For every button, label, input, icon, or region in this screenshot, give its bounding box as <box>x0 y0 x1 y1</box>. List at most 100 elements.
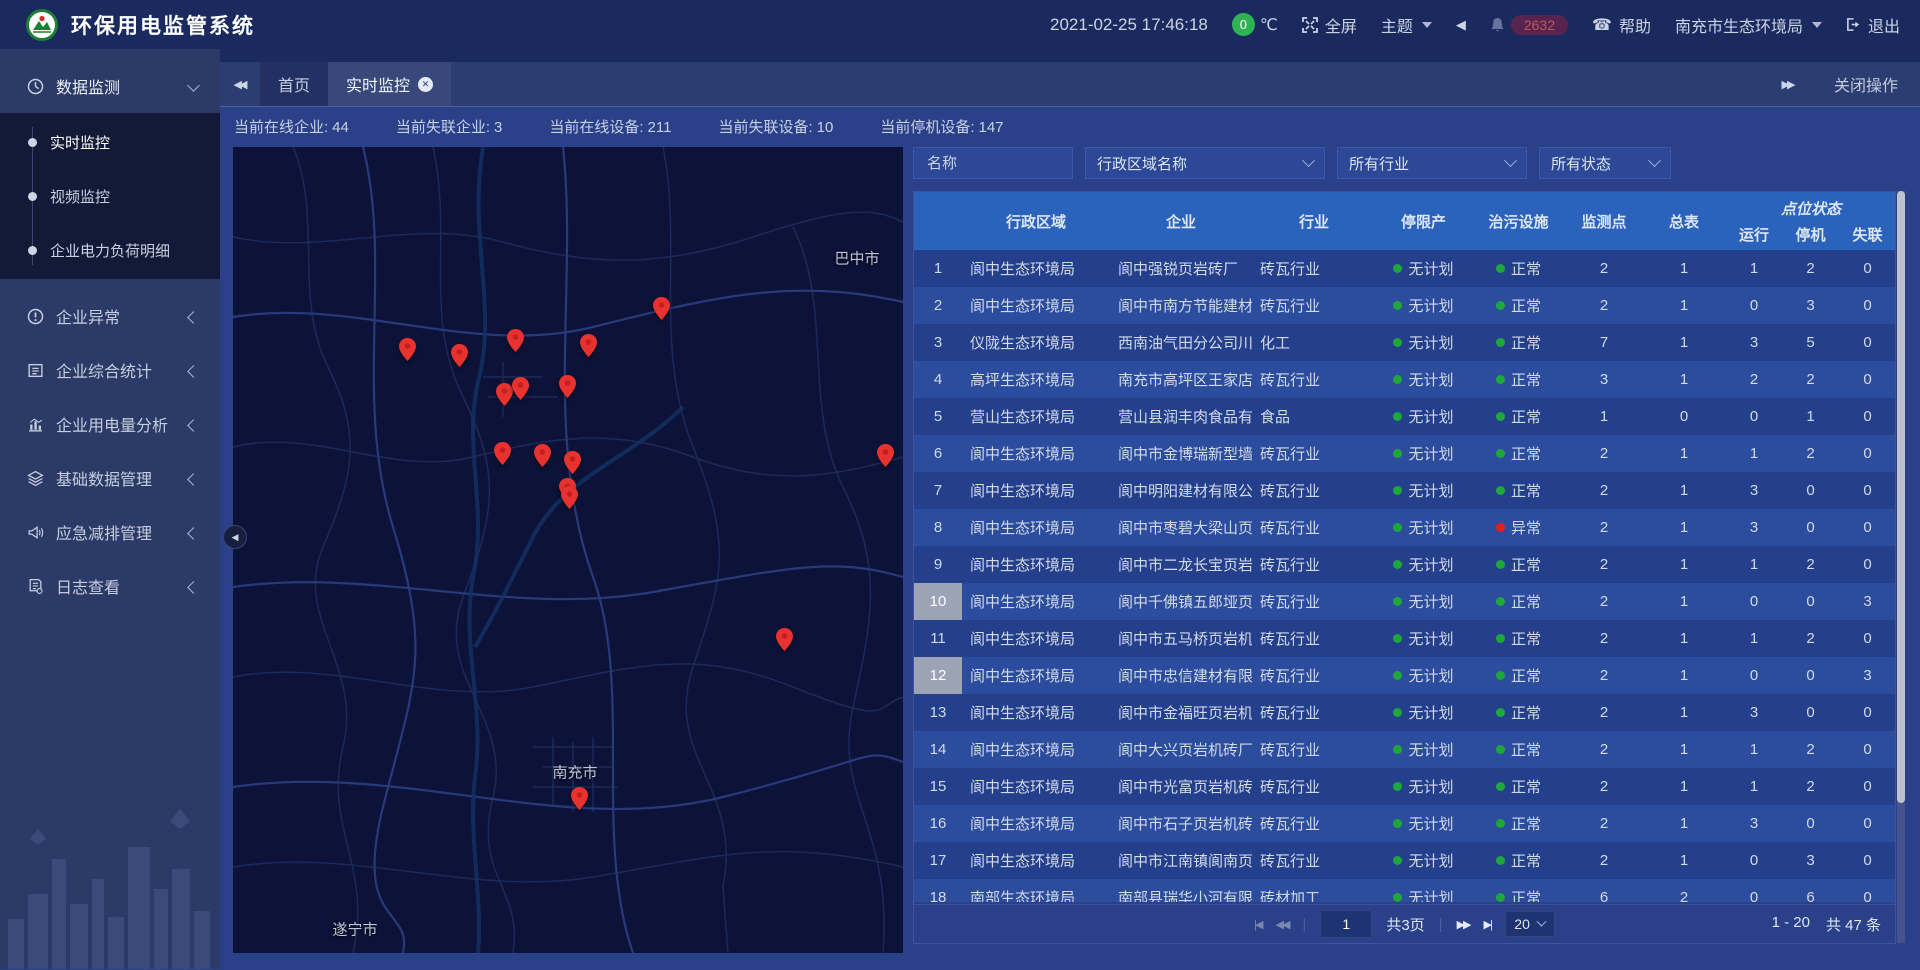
lost-cell: 0 <box>1839 324 1895 361</box>
map-pin-icon[interactable] <box>512 377 529 400</box>
map-pin-icon[interactable] <box>580 334 597 357</box>
page-number-input[interactable] <box>1320 910 1372 938</box>
sidebar-item[interactable]: 实时监控 <box>0 115 220 169</box>
running-cell: 0 <box>1726 657 1782 694</box>
header-row-number <box>914 192 962 250</box>
map-pin-icon[interactable] <box>507 329 524 352</box>
notifications[interactable]: 2632 <box>1490 15 1568 35</box>
industry-cell: 砖瓦行业 <box>1252 768 1376 805</box>
chevron-down-icon <box>1504 154 1517 167</box>
header-running: 运行 <box>1726 219 1782 250</box>
table-row[interactable]: 11 阆中生态环境局 阆中市五马桥页岩机砖 砖瓦行业 无计划 正常 2 1 1 … <box>914 620 1895 657</box>
chevron-down-icon <box>1302 154 1315 167</box>
region-cell: 阆中生态环境局 <box>962 657 1110 694</box>
industry-filter-select[interactable]: 所有行业 <box>1337 147 1527 179</box>
row-number-cell: 5 <box>914 398 962 435</box>
tab-scroll-right-icon[interactable]: ▶▶ <box>1768 78 1806 91</box>
status-filter-select[interactable]: 所有状态 <box>1539 147 1671 179</box>
table-row[interactable]: 4 高坪生态环境局 南充市高坪区王家店建 砖瓦行业 无计划 正常 3 1 2 2… <box>914 361 1895 398</box>
region-cell: 阆中生态环境局 <box>962 805 1110 842</box>
sidebar-group[interactable]: 企业综合统计 <box>0 343 220 397</box>
datetime: 2021-02-25 17:46:18 <box>1050 15 1208 35</box>
tab-home[interactable]: 首页 <box>260 62 328 106</box>
meters-cell: 1 <box>1642 546 1726 583</box>
status-dot-icon <box>1393 597 1402 606</box>
prev-page-icon[interactable]: ◀◀ <box>1276 918 1289 931</box>
map-panel[interactable]: 巴中市南充市遂宁市 <box>233 147 903 953</box>
name-filter-input[interactable] <box>925 154 1061 173</box>
map-pin-icon[interactable] <box>559 375 576 398</box>
tab-scroll-left-icon[interactable]: ◀◀ <box>220 62 258 106</box>
table-row[interactable]: 15 阆中生态环境局 阆中市光富页岩机砖厂 砖瓦行业 无计划 正常 2 1 1 … <box>914 768 1895 805</box>
map-pin-icon[interactable] <box>399 338 416 361</box>
close-operations-button[interactable]: 关闭操作 <box>1834 72 1898 96</box>
help-button[interactable]: ☎ 帮助 <box>1592 13 1651 37</box>
map-pin-icon[interactable] <box>653 297 670 320</box>
map-collapse-handle[interactable]: ◀ <box>223 525 247 549</box>
region-filter-select[interactable]: 行政区域名称 <box>1085 147 1325 179</box>
production-status-cell: 无计划 <box>1376 879 1471 902</box>
map-pin-icon[interactable] <box>561 486 578 509</box>
table-row[interactable]: 13 阆中生态环境局 阆中市金福旺页岩机砖 砖瓦行业 无计划 正常 2 1 3 … <box>914 694 1895 731</box>
points-cell: 2 <box>1566 768 1642 805</box>
sidebar-item[interactable]: 视频监控 <box>0 169 220 223</box>
map-pin-icon[interactable] <box>877 444 894 467</box>
industry-cell: 砖瓦行业 <box>1252 250 1376 287</box>
table-row[interactable]: 10 阆中生态环境局 阆中千佛镇五郎垭页岩 砖瓦行业 无计划 正常 2 1 0 … <box>914 583 1895 620</box>
scrollbar-thumb[interactable] <box>1897 191 1905 803</box>
tab-realtime-monitor[interactable]: 实时监控 ✕ <box>328 62 451 106</box>
map-pin-icon[interactable] <box>534 444 551 467</box>
last-page-icon[interactable]: ▶| <box>1484 918 1491 931</box>
header-meters: 总表 <box>1642 192 1726 250</box>
map-pin-icon[interactable] <box>496 383 513 406</box>
page-size-select[interactable]: 20 <box>1505 911 1555 937</box>
sidebar-group[interactable]: 应急减排管理 <box>0 505 220 559</box>
tab-bar: ◀◀ 首页 实时监控 ✕ ▶▶ 关闭操作 <box>220 49 1920 106</box>
table-header: 行政区域 企业 行业 停限产 治污设施 监测点 总表 点位状态 运行 停机 失联 <box>914 192 1895 250</box>
logout-button[interactable]: 退出 <box>1846 13 1900 37</box>
mute-icon[interactable]: ◀ <box>1456 17 1466 33</box>
map-pin-icon[interactable] <box>564 451 581 474</box>
production-status-cell: 无计划 <box>1376 287 1471 324</box>
stat-item: 当前停机设备:147 <box>880 116 1003 141</box>
table-row[interactable]: 3 仪陇生态环境局 西南油气田分公司川中 化工 无计划 正常 7 1 3 5 0 <box>914 324 1895 361</box>
sidebar-group[interactable]: 基础数据管理 <box>0 451 220 505</box>
table-row[interactable]: 8 阆中生态环境局 阆中市枣碧大梁山页岩 砖瓦行业 无计划 异常 2 1 3 0… <box>914 509 1895 546</box>
lost-cell: 0 <box>1839 435 1895 472</box>
bullet-icon <box>28 246 37 255</box>
name-filter[interactable] <box>913 147 1073 179</box>
sidebar-group[interactable]: 企业用电量分析 <box>0 397 220 451</box>
sidebar-group[interactable]: 企业异常 <box>0 289 220 343</box>
table-row[interactable]: 18 南部生态环境局 南部县瑞华小河有限公 砖材加工 无计划 正常 6 2 0 … <box>914 879 1895 902</box>
table-row[interactable]: 6 阆中生态环境局 阆中市金博瑞新型墙材 砖瓦行业 无计划 正常 2 1 1 2… <box>914 435 1895 472</box>
table-row[interactable]: 2 阆中生态环境局 阆中市南方节能建材有 砖瓦行业 无计划 正常 2 1 0 3… <box>914 287 1895 324</box>
sidebar-item[interactable]: 企业电力负荷明细 <box>0 223 220 277</box>
running-cell: 0 <box>1726 287 1782 324</box>
header-production: 停限产 <box>1376 192 1471 250</box>
close-tab-icon[interactable]: ✕ <box>418 77 433 92</box>
table-row[interactable]: 17 阆中生态环境局 阆中市江南镇阆南页岩 砖瓦行业 无计划 正常 2 1 0 … <box>914 842 1895 879</box>
table-row[interactable]: 7 阆中生态环境局 阆中明阳建材有限公司 砖瓦行业 无计划 正常 2 1 3 0… <box>914 472 1895 509</box>
table-row[interactable]: 12 阆中生态环境局 阆中市忠信建材有限公 砖瓦行业 无计划 正常 2 1 0 … <box>914 657 1895 694</box>
map-pin-icon[interactable] <box>451 344 468 367</box>
table-row[interactable]: 9 阆中生态环境局 阆中市二龙长宝页岩砖 砖瓦行业 无计划 正常 2 1 1 2… <box>914 546 1895 583</box>
page-title: 环保用电监管系统 <box>71 10 255 40</box>
next-page-icon[interactable]: ▶▶ <box>1457 918 1470 931</box>
theme-dropdown[interactable]: 主题 <box>1381 13 1432 37</box>
first-page-icon[interactable]: |◀ <box>1254 918 1261 931</box>
table-row[interactable]: 16 阆中生态环境局 阆中市石子页岩机砖厂 砖瓦行业 无计划 正常 2 1 3 … <box>914 805 1895 842</box>
sidebar-group[interactable]: 数据监测 <box>0 59 220 113</box>
table-row[interactable]: 14 阆中生态环境局 阆中大兴页岩机砖厂 砖瓦行业 无计划 正常 2 1 1 2… <box>914 731 1895 768</box>
table-row[interactable]: 1 阆中生态环境局 阆中强锐页岩砖厂 砖瓦行业 无计划 正常 2 1 1 2 0 <box>914 250 1895 287</box>
region-cell: 阆中生态环境局 <box>962 472 1110 509</box>
map-city-label: 巴中市 <box>834 248 879 269</box>
sidebar-group[interactable]: 日志查看 <box>0 559 220 613</box>
fullscreen-button[interactable]: 全屏 <box>1302 13 1357 37</box>
map-pin-icon[interactable] <box>571 787 588 810</box>
table-row[interactable]: 5 营山生态环境局 营山县润丰肉食品有限 食品 无计划 正常 1 0 0 1 0 <box>914 398 1895 435</box>
table-scrollbar[interactable] <box>1897 191 1905 943</box>
map-pin-icon[interactable] <box>776 628 793 651</box>
stopped-cell: 3 <box>1782 842 1839 879</box>
map-pin-icon[interactable] <box>494 442 511 465</box>
org-dropdown[interactable]: 南充市生态环境局 <box>1675 13 1822 37</box>
